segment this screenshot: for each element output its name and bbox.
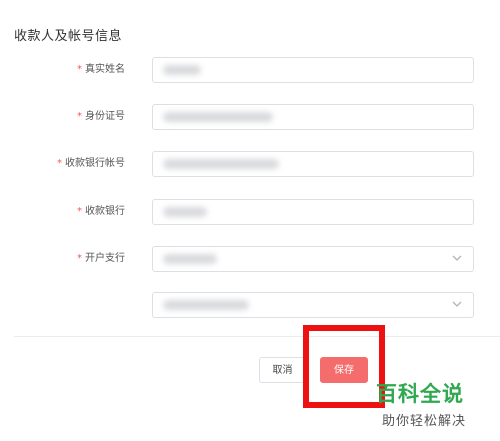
divider bbox=[14, 336, 500, 337]
redacted-value bbox=[163, 207, 207, 217]
real-name-input[interactable] bbox=[152, 57, 474, 83]
redacted-value bbox=[163, 112, 273, 122]
field-label-bank: * 收款银行 bbox=[77, 206, 125, 217]
watermark-subtitle: 助你轻松解决 bbox=[382, 414, 467, 429]
redacted-value bbox=[163, 159, 279, 169]
field-label-real-name: * 真实姓名 bbox=[77, 64, 125, 75]
chevron-down-icon bbox=[452, 255, 462, 261]
redacted-value bbox=[163, 300, 249, 310]
field-label-bank-account: * 收款银行帐号 bbox=[57, 158, 125, 169]
watermark-title: 百科全说 bbox=[376, 382, 464, 406]
redacted-value bbox=[163, 254, 217, 264]
chevron-down-icon bbox=[452, 301, 462, 307]
id-number-input[interactable] bbox=[152, 104, 474, 130]
bank-input[interactable] bbox=[152, 199, 474, 225]
cancel-button[interactable]: 取消 bbox=[259, 357, 306, 383]
field-label-branch: * 开户支行 bbox=[77, 253, 125, 264]
annotation-highlight-box bbox=[303, 325, 385, 408]
bank-account-input[interactable] bbox=[152, 151, 474, 177]
redacted-value bbox=[163, 65, 201, 75]
field-label-id-number: * 身份证号 bbox=[77, 111, 125, 122]
section-title: 收款人及帐号信息 bbox=[14, 29, 123, 44]
required-mark: * bbox=[77, 64, 82, 75]
branch-select[interactable] bbox=[152, 246, 474, 272]
sub-branch-select[interactable] bbox=[152, 292, 474, 318]
